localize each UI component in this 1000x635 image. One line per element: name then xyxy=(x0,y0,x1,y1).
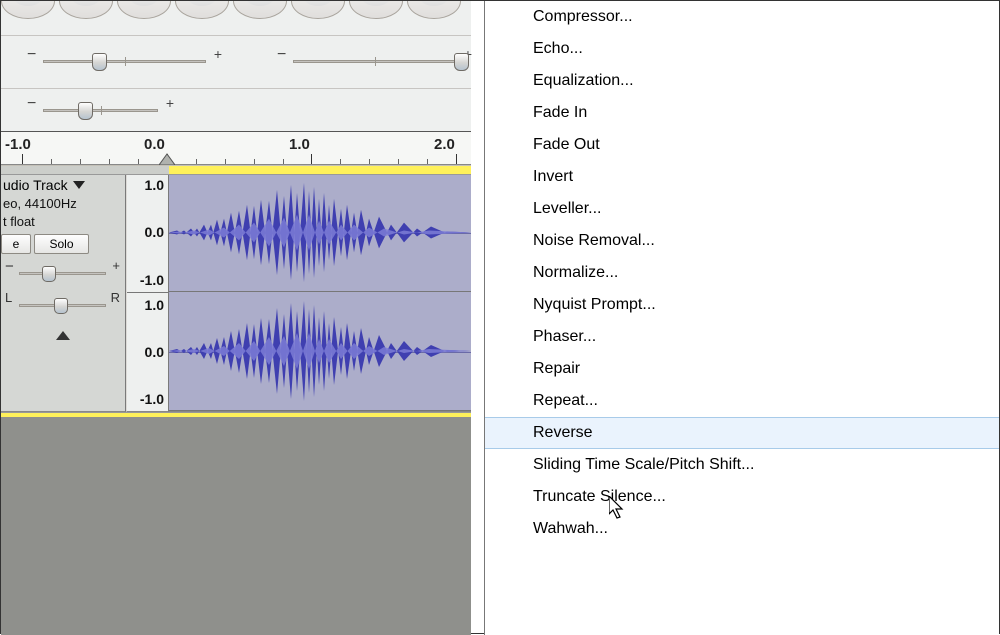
track-samplefmt-label: t float xyxy=(1,213,125,231)
chevron-up-icon xyxy=(56,331,70,340)
effect-context-menu: Compressor... Echo... Equalization... Fa… xyxy=(484,1,999,635)
collapse-track-button[interactable] xyxy=(1,328,125,343)
track-format-label: eo, 44100Hz xyxy=(1,195,125,213)
vscale-label: 1.0 xyxy=(145,177,164,193)
track-control-panel: udio Track eo, 44100Hz t float e Solo − … xyxy=(1,175,126,412)
vscale-label: 0.0 xyxy=(145,344,164,360)
minus-label: − xyxy=(27,95,36,113)
gain-slider[interactable]: − + xyxy=(5,264,120,286)
waveform-channel-right[interactable] xyxy=(169,293,471,411)
output-volume-slider[interactable]: − + xyxy=(27,50,222,76)
pan-slider[interactable]: L R xyxy=(5,296,120,318)
ruler-label: 1.0 xyxy=(289,136,310,153)
menu-item-phaser[interactable]: Phaser... xyxy=(485,321,999,353)
menu-item-leveller[interactable]: Leveller... xyxy=(485,193,999,225)
menu-item-truncate-silence[interactable]: Truncate Silence... xyxy=(485,481,999,513)
transport-knob[interactable] xyxy=(233,1,287,19)
menu-item-compressor[interactable]: Compressor... xyxy=(485,1,999,33)
minus-label: − xyxy=(5,258,14,275)
transcription-toolbar: − + xyxy=(1,89,471,132)
amplitude-ruler: 1.0 0.0 -1.0 1.0 0.0 -1.0 xyxy=(126,175,169,412)
transport-knob[interactable] xyxy=(117,1,171,19)
pan-right-label: R xyxy=(111,290,120,305)
waveform-icon xyxy=(169,293,471,410)
menu-item-fade-out[interactable]: Fade Out xyxy=(485,129,999,161)
ruler-label: -1.0 xyxy=(5,136,31,153)
menu-item-equalization[interactable]: Equalization... xyxy=(485,65,999,97)
minus-label: − xyxy=(277,46,286,64)
vscale-label: -1.0 xyxy=(140,391,164,407)
transport-knob[interactable] xyxy=(349,1,403,19)
waveform-icon xyxy=(169,175,471,291)
pan-left-label: L xyxy=(5,290,12,305)
mixer-toolbar: − + − + xyxy=(1,36,471,89)
toolbar-top xyxy=(1,1,471,36)
transport-knob[interactable] xyxy=(291,1,345,19)
menu-item-invert[interactable]: Invert xyxy=(485,161,999,193)
track-title: udio Track xyxy=(3,177,68,193)
menu-item-sliding-time-scale[interactable]: Sliding Time Scale/Pitch Shift... xyxy=(485,449,999,481)
timeline-ruler[interactable]: -1.0 0.0 1.0 2.0 xyxy=(1,132,471,165)
track-dropdown[interactable]: udio Track xyxy=(1,175,125,195)
transport-buttons-partial xyxy=(1,1,471,18)
mute-button[interactable]: e xyxy=(1,234,31,254)
transport-knob[interactable] xyxy=(407,1,461,19)
selection-start-handle[interactable] xyxy=(159,151,175,165)
input-volume-slider[interactable]: − + xyxy=(277,50,472,76)
waveform-area[interactable] xyxy=(169,175,471,412)
menu-item-echo[interactable]: Echo... xyxy=(485,33,999,65)
plus-label: + xyxy=(166,95,174,111)
waveform-channel-left[interactable] xyxy=(169,175,471,292)
chevron-down-icon xyxy=(73,181,85,189)
menu-item-normalize[interactable]: Normalize... xyxy=(485,257,999,289)
vscale-label: 1.0 xyxy=(145,297,164,313)
menu-item-repeat[interactable]: Repeat... xyxy=(485,385,999,417)
selection-strip-top xyxy=(1,165,471,175)
solo-button[interactable]: Solo xyxy=(34,234,89,254)
menu-item-noise-removal[interactable]: Noise Removal... xyxy=(485,225,999,257)
minus-label: − xyxy=(27,46,36,64)
plus-label: + xyxy=(112,258,120,273)
ruler-label: 2.0 xyxy=(434,136,455,153)
vscale-label: 0.0 xyxy=(145,224,164,240)
playback-speed-slider[interactable]: − + xyxy=(27,99,174,125)
plus-label: + xyxy=(214,46,222,62)
transport-knob[interactable] xyxy=(59,1,113,19)
transport-knob[interactable] xyxy=(1,1,55,19)
menu-item-fade-in[interactable]: Fade In xyxy=(485,97,999,129)
menu-item-repair[interactable]: Repair xyxy=(485,353,999,385)
menu-item-wahwah[interactable]: Wahwah... xyxy=(485,513,999,545)
empty-track-space[interactable] xyxy=(1,417,471,635)
vscale-label: -1.0 xyxy=(140,272,164,288)
menu-item-reverse[interactable]: Reverse xyxy=(485,417,999,449)
menu-item-nyquist-prompt[interactable]: Nyquist Prompt... xyxy=(485,289,999,321)
transport-knob[interactable] xyxy=(175,1,229,19)
